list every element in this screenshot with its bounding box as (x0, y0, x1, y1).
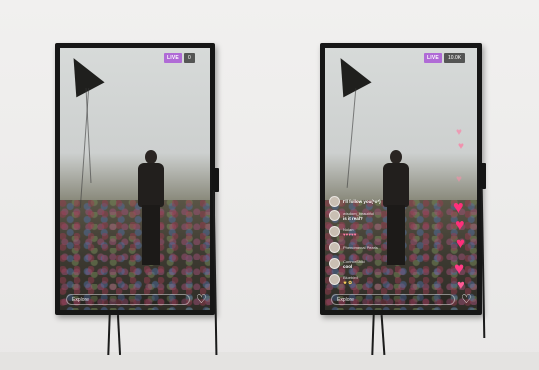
wall-bracket (479, 163, 486, 189)
left-screen: LIVE 0 Explore ♡ (60, 48, 210, 310)
comment-username: Phenomenal Pearls (343, 245, 378, 250)
gallery-floor (0, 352, 539, 370)
chat-comment: wisdom_beautiful is it real? (329, 210, 374, 221)
heart-icon: ♥ (456, 174, 462, 185)
viewer-count-badge: 10.0K (444, 53, 466, 63)
comment-input[interactable]: Explore (331, 294, 455, 305)
right-monitor: LIVE 10.0K I'll follow you(*o*) wisdom_b… (320, 43, 482, 315)
avatar (329, 210, 340, 221)
comment-message: ★ ✿ (343, 279, 353, 285)
heart-icon: ♥ (456, 127, 462, 138)
heart-outline-icon[interactable]: ♡ (196, 293, 207, 305)
chat-comment: I'll follow you(*o*) (329, 196, 381, 207)
chat-comment: ConnorShiki cool (329, 258, 365, 269)
kite-icon (326, 50, 372, 98)
heart-icon: ♥ (457, 277, 465, 292)
avatar (329, 242, 340, 253)
heart-icon: ♥ (455, 217, 465, 234)
comment-message: I'll follow you(*o*) (343, 199, 381, 204)
heart-icon: ♥ (456, 235, 465, 252)
avatar (329, 274, 340, 285)
heart-icon: ♥ (453, 197, 464, 217)
comment-message: is it real? (343, 215, 363, 221)
heart-icon: ♥ (458, 141, 464, 152)
chat-comment: Bluebird ★ ✿ (329, 274, 358, 285)
chat-comment: Phenomenal Pearls (329, 242, 378, 253)
comment-message: cool (343, 263, 353, 269)
live-badge: LIVE (164, 53, 182, 63)
live-badge: LIVE (424, 53, 442, 63)
right-screen: LIVE 10.0K I'll follow you(*o*) wisdom_b… (325, 48, 477, 310)
kite-string (346, 88, 357, 188)
avatar (329, 258, 340, 269)
kite-icon (60, 50, 105, 98)
comment-message: ♥♥♥♥♥ (343, 231, 357, 237)
avatar (329, 226, 340, 237)
kite-string (85, 88, 92, 183)
wall-bracket (212, 168, 219, 192)
heart-icon: ♥ (454, 259, 465, 278)
avatar (329, 196, 340, 207)
heart-outline-icon[interactable]: ♡ (461, 293, 472, 305)
left-monitor: LIVE 0 Explore ♡ (55, 43, 215, 315)
viewer-count-badge: 0 (184, 53, 195, 63)
chat-comment: Nolan ♥♥♥♥♥ (329, 226, 356, 237)
comment-input[interactable]: Explore (66, 294, 190, 305)
